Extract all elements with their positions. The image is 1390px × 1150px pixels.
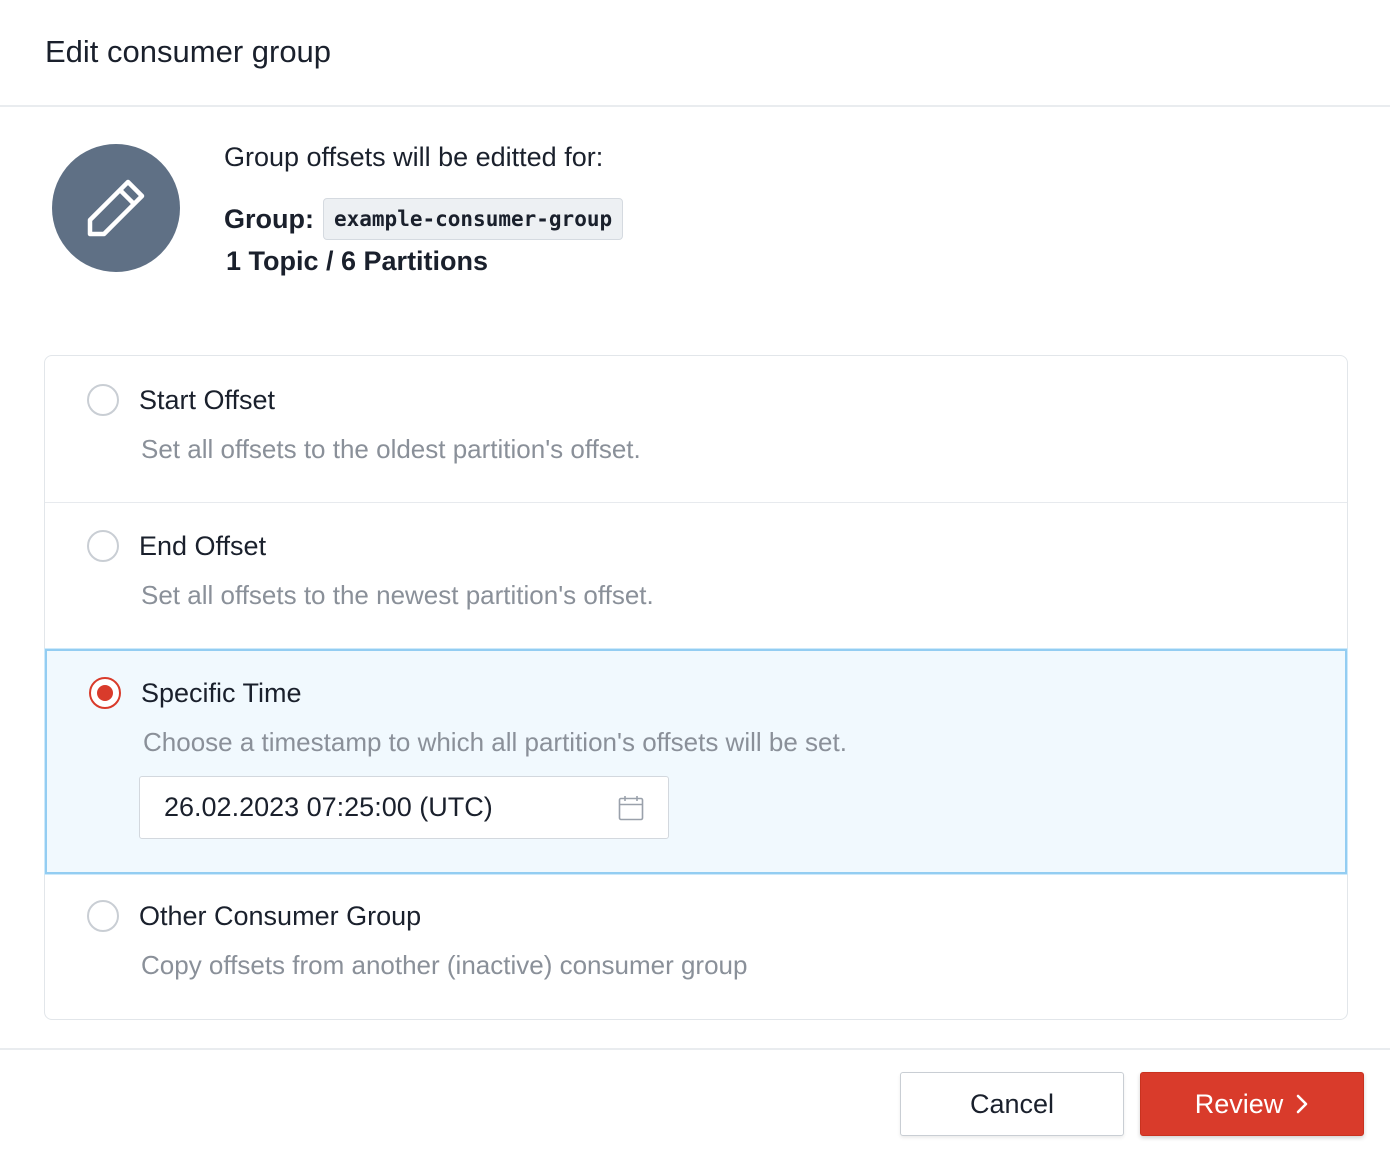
option-description: Copy offsets from another (inactive) con… (141, 950, 748, 980)
summary-intro: Group offsets will be editted for: (224, 142, 604, 172)
radio-selected-dot (97, 685, 113, 701)
chevron-right-icon (1295, 1093, 1309, 1115)
timestamp-picker[interactable]: 26.02.2023 07:25:00 (UTC) (139, 776, 669, 839)
end-offset-radio[interactable] (87, 530, 119, 562)
cancel-button-label: Cancel (969, 1088, 1055, 1119)
group-name: example-consumer-group (322, 198, 624, 240)
option-start-offset[interactable]: Start Offset Set all offsets to the olde… (45, 356, 1347, 503)
option-other-consumer-group[interactable]: Other Consumer Group Copy offsets from a… (45, 874, 1347, 1021)
option-end-offset[interactable]: End Offset Set all offsets to the newest… (45, 503, 1347, 649)
option-title: Other Consumer Group (139, 901, 422, 931)
option-specific-time[interactable]: Specific Time Choose a timestamp to whic… (45, 649, 1347, 874)
dialog-title: Edit consumer group (45, 34, 332, 69)
start-offset-radio[interactable] (87, 384, 119, 416)
option-description: Set all offsets to the oldest partition'… (141, 434, 641, 464)
option-description: Set all offsets to the newest partition'… (141, 580, 654, 610)
option-title: End Offset (139, 531, 267, 561)
specific-time-radio[interactable] (89, 677, 121, 709)
option-title: Specific Time (141, 678, 302, 708)
option-title: Start Offset (139, 385, 276, 415)
group-row: Group: example-consumer-group (224, 198, 624, 240)
group-label: Group: (224, 203, 314, 234)
dialog-header: Edit consumer group (0, 0, 1390, 107)
timestamp-value[interactable]: 26.02.2023 07:25:00 (UTC) (164, 792, 493, 823)
edit-avatar (52, 144, 180, 272)
dialog-footer: Cancel Review (0, 1048, 1390, 1150)
calendar-icon[interactable] (618, 795, 644, 821)
topics-partitions-count: 1 Topic / 6 Partitions (226, 246, 489, 276)
offset-options-group: Start Offset Set all offsets to the olde… (44, 355, 1348, 1020)
pencil-icon (87, 179, 145, 237)
cancel-button[interactable]: Cancel (900, 1072, 1124, 1136)
review-button-label: Review (1194, 1088, 1284, 1119)
option-description: Choose a timestamp to which all partitio… (143, 727, 847, 757)
review-button[interactable]: Review (1140, 1072, 1364, 1136)
other-consumer-group-radio[interactable] (87, 900, 119, 932)
